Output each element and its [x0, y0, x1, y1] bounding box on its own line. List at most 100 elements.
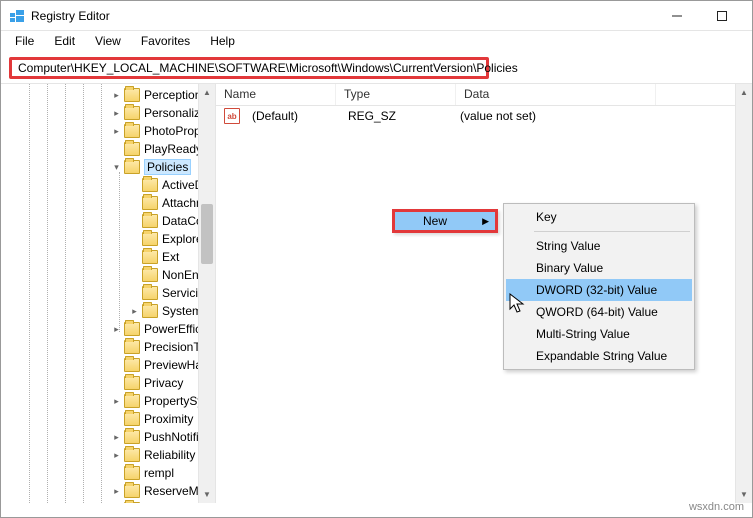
tree-item-label: System: [162, 304, 202, 318]
tree-item[interactable]: RetailDemo: [1, 500, 215, 503]
folder-icon: [124, 394, 140, 408]
tree-leaf: [129, 234, 140, 245]
scroll-thumb[interactable]: [201, 204, 213, 264]
scroll-down-icon[interactable]: ▼: [199, 486, 215, 503]
watermark: wsxdn.com: [689, 501, 744, 513]
menu-item-label: String Value: [536, 239, 600, 253]
tree-item[interactable]: PreviewHan: [1, 356, 215, 374]
scroll-up-icon[interactable]: ▲: [736, 84, 752, 101]
tree-item-label: Privacy: [144, 376, 183, 390]
context-submenu-new[interactable]: Key String Value Binary Value DWORD (32-bit…: [503, 203, 695, 370]
tree-item[interactable]: Ext: [1, 248, 215, 266]
expand-icon[interactable]: ▸: [111, 486, 122, 497]
minimize-button[interactable]: [654, 1, 699, 30]
tree-item-label: PrecisionTo: [144, 340, 206, 354]
menu-help[interactable]: Help: [202, 32, 243, 50]
menu-favorites[interactable]: Favorites: [133, 32, 198, 50]
maximize-button[interactable]: [699, 1, 744, 30]
menu-item[interactable]: String Value: [506, 235, 692, 257]
expand-icon[interactable]: ▸: [111, 126, 122, 137]
tree-item-label: Reliability: [144, 448, 195, 462]
tree-item[interactable]: DataCol: [1, 212, 215, 230]
address-path: Computer\HKEY_LOCAL_MACHINE\SOFTWARE\Mic…: [18, 61, 518, 75]
tree-item-label: PlayReady: [144, 142, 202, 156]
col-data[interactable]: Data: [456, 84, 656, 105]
tree-item[interactable]: ActiveDe: [1, 176, 215, 194]
col-type[interactable]: Type: [336, 84, 456, 105]
tree-leaf: [111, 360, 122, 371]
menu-item[interactable]: QWORD (64-bit) Value: [506, 301, 692, 323]
menu-item-label: Multi-String Value: [536, 327, 630, 341]
menu-item-new[interactable]: New ▶: [395, 212, 495, 230]
menubar: File Edit View Favorites Help: [1, 31, 752, 51]
tree-item-label: Ext: [162, 250, 179, 264]
list-vertical-scrollbar[interactable]: ▲ ▼: [735, 84, 752, 503]
tree-item-label: ReserveMa: [144, 484, 205, 498]
tree-leaf: [129, 288, 140, 299]
tree-content: ▸ Perception! ▸Personaliza▸PhotoPrope PlayR…: [1, 84, 215, 503]
tree-item[interactable]: Explorer: [1, 230, 215, 248]
menu-item[interactable]: Key: [506, 206, 692, 228]
cell-type: REG_SZ: [340, 109, 452, 123]
tree-item-label: Perception!: [144, 88, 205, 102]
tree-item[interactable]: ▸PhotoPrope: [1, 122, 215, 140]
folder-icon: [124, 412, 140, 426]
tree-item[interactable]: ▸PowerEffici: [1, 320, 215, 338]
tree-item[interactable]: ▾Policies: [1, 158, 215, 176]
expand-icon[interactable]: ▸: [111, 108, 122, 119]
col-name[interactable]: Name: [216, 84, 336, 105]
menu-file[interactable]: File: [7, 32, 42, 50]
folder-icon: [124, 88, 140, 102]
tree-leaf: [129, 216, 140, 227]
menu-item[interactable]: Multi-String Value: [506, 323, 692, 345]
submenu-arrow-icon: ▶: [482, 216, 489, 227]
list-row[interactable]: ab (Default) REG_SZ (value not set): [216, 106, 752, 126]
tree-vertical-scrollbar[interactable]: ▲ ▼: [198, 84, 215, 503]
tree-item[interactable]: ▸ ReserveMa: [1, 482, 215, 500]
tree-item[interactable]: NonEnu: [1, 266, 215, 284]
tree-item[interactable]: Proximity: [1, 410, 215, 428]
menu-item-label: New: [423, 214, 447, 228]
expand-icon[interactable]: ▸: [111, 90, 122, 101]
tree-leaf: [129, 270, 140, 281]
folder-icon: [124, 466, 140, 480]
tree-item[interactable]: Privacy: [1, 374, 215, 392]
menu-item[interactable]: Binary Value: [506, 257, 692, 279]
menu-item[interactable]: DWORD (32-bit) Value: [506, 279, 692, 301]
tree-item[interactable]: PrecisionTo: [1, 338, 215, 356]
menu-item-label: Expandable String Value: [536, 349, 667, 363]
tree-item[interactable]: ▸PropertySys: [1, 392, 215, 410]
address-bar[interactable]: Computer\HKEY_LOCAL_MACHINE\SOFTWARE\Mic…: [9, 57, 489, 79]
collapse-icon[interactable]: ▾: [111, 162, 122, 173]
expand-icon[interactable]: ▸: [111, 432, 122, 443]
folder-icon: [142, 304, 158, 318]
scroll-up-icon[interactable]: ▲: [199, 84, 215, 101]
tree-item[interactable]: ▸Personaliza: [1, 104, 215, 122]
folder-icon: [142, 286, 158, 300]
tree-pane[interactable]: ▸ Perception! ▸Personaliza▸PhotoPrope PlayR…: [1, 84, 216, 503]
expand-icon[interactable]: ▸: [129, 306, 140, 317]
tree-leaf: [111, 378, 122, 389]
menu-edit[interactable]: Edit: [46, 32, 83, 50]
expand-icon[interactable]: ▸: [111, 396, 122, 407]
menu-separator: [534, 231, 690, 232]
menu-item-label: QWORD (64-bit) Value: [536, 305, 658, 319]
tree-item[interactable]: Attachm: [1, 194, 215, 212]
tree-item[interactable]: PlayReady: [1, 140, 215, 158]
tree-item[interactable]: ▸PushNotific: [1, 428, 215, 446]
tree-item[interactable]: ▸ System: [1, 302, 215, 320]
folder-icon: [124, 484, 140, 498]
app-icon: [9, 8, 25, 24]
folder-icon: [142, 196, 158, 210]
tree-item[interactable]: ▸ Reliability: [1, 446, 215, 464]
tree-item[interactable]: rempl: [1, 464, 215, 482]
folder-icon: [124, 448, 140, 462]
menu-item-label: DWORD (32-bit) Value: [536, 283, 657, 297]
menu-item[interactable]: Expandable String Value: [506, 345, 692, 367]
context-menu-primary[interactable]: New ▶: [392, 209, 498, 233]
tree-item[interactable]: Servicing: [1, 284, 215, 302]
menu-view[interactable]: View: [87, 32, 129, 50]
tree-item[interactable]: ▸ Perception!: [1, 86, 215, 104]
expand-icon[interactable]: ▸: [111, 450, 122, 461]
expand-icon[interactable]: ▸: [111, 324, 122, 335]
